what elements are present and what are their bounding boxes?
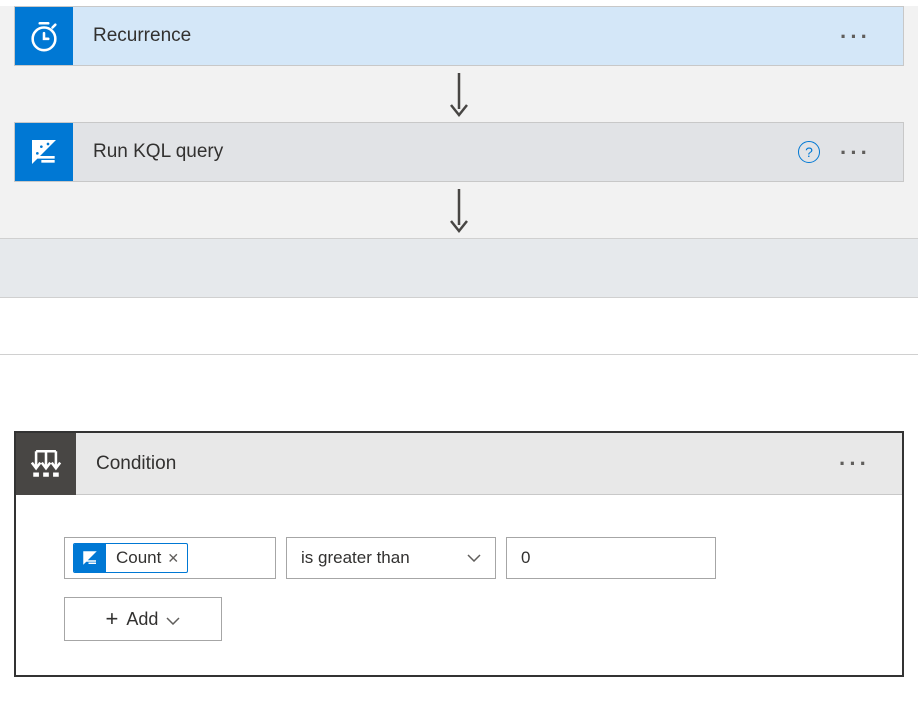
count-token: Count ✕	[73, 543, 188, 573]
kql-more-icon[interactable]: ···	[840, 147, 871, 158]
arrow-connector-2	[0, 182, 918, 238]
add-button[interactable]: + Add	[64, 597, 222, 641]
condition-header[interactable]: Condition ···	[16, 433, 902, 495]
kql-token-icon	[74, 543, 106, 573]
workflow-canvas: Recurrence ··· Run KQL query ? ···	[0, 6, 918, 298]
add-button-label: Add	[126, 609, 158, 630]
help-icon[interactable]: ?	[798, 141, 820, 163]
recurrence-more-icon[interactable]: ···	[840, 31, 871, 42]
kql-card[interactable]: Run KQL query ? ···	[14, 122, 904, 182]
operand-field[interactable]: Count ✕	[64, 537, 276, 579]
condition-body: Count ✕ is greater than + Add	[16, 495, 902, 675]
value-field-wrapper	[506, 537, 716, 579]
operator-label: is greater than	[301, 548, 410, 568]
section-divider	[0, 354, 918, 355]
condition-panel: Condition ··· Count ✕	[14, 431, 904, 677]
condition-icon	[16, 433, 76, 495]
condition-title: Condition	[76, 453, 839, 475]
kql-icon	[15, 123, 73, 181]
recurrence-card[interactable]: Recurrence ···	[14, 6, 904, 66]
condition-row: Count ✕ is greater than	[64, 537, 854, 579]
operator-dropdown[interactable]: is greater than	[286, 537, 496, 579]
clock-icon	[15, 7, 73, 65]
count-token-label: Count	[106, 548, 167, 568]
condition-more-icon[interactable]: ···	[839, 458, 870, 469]
recurrence-title: Recurrence	[73, 25, 840, 47]
arrow-connector-1	[0, 66, 918, 122]
spacer-band	[0, 238, 918, 298]
kql-title: Run KQL query	[73, 141, 798, 163]
value-input[interactable]	[521, 548, 701, 568]
chevron-down-icon	[467, 549, 481, 567]
chevron-down-icon	[166, 609, 180, 630]
remove-token-icon[interactable]: ✕	[167, 550, 187, 567]
plus-icon: +	[106, 606, 119, 632]
